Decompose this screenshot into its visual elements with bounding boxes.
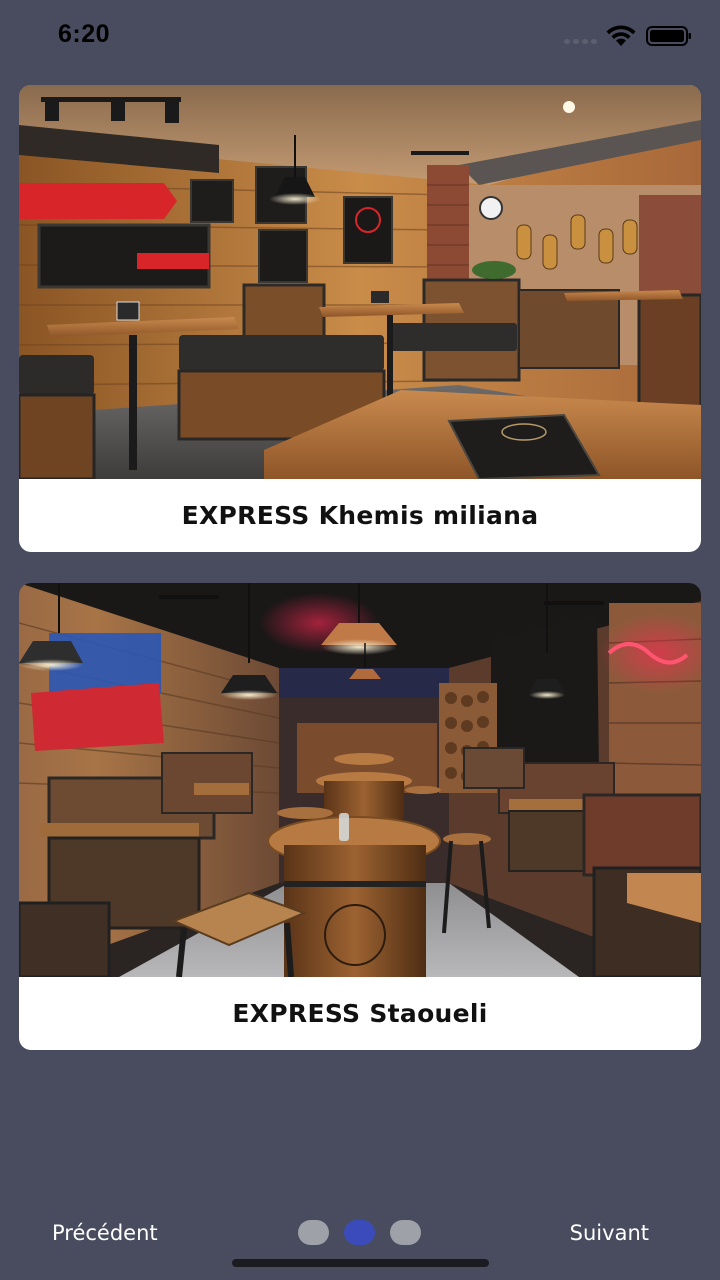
home-indicator[interactable]	[232, 1259, 489, 1267]
page-dot-active[interactable]	[344, 1220, 375, 1245]
status-time: 6:20	[58, 20, 111, 48]
pager: Précédent Suivant	[0, 1206, 720, 1260]
signal-dots-icon	[564, 39, 598, 45]
restaurant-card[interactable]: EXPRESS Khemis miliana	[19, 85, 701, 552]
battery-icon	[646, 26, 691, 46]
page-dot[interactable]	[390, 1220, 421, 1245]
wifi-icon	[606, 25, 636, 46]
restaurant-name: EXPRESS Staoueli	[232, 999, 488, 1028]
restaurant-card[interactable]: EXPRESS Staoueli	[19, 583, 701, 1050]
restaurant-photo	[19, 85, 701, 479]
status-bar: 6:20	[0, 0, 720, 72]
restaurant-photo	[19, 583, 701, 977]
restaurant-name: EXPRESS Khemis miliana	[181, 501, 539, 530]
previous-button[interactable]: Précédent	[52, 1206, 158, 1260]
page-dot[interactable]	[298, 1220, 329, 1245]
next-button[interactable]: Suivant	[570, 1206, 649, 1260]
